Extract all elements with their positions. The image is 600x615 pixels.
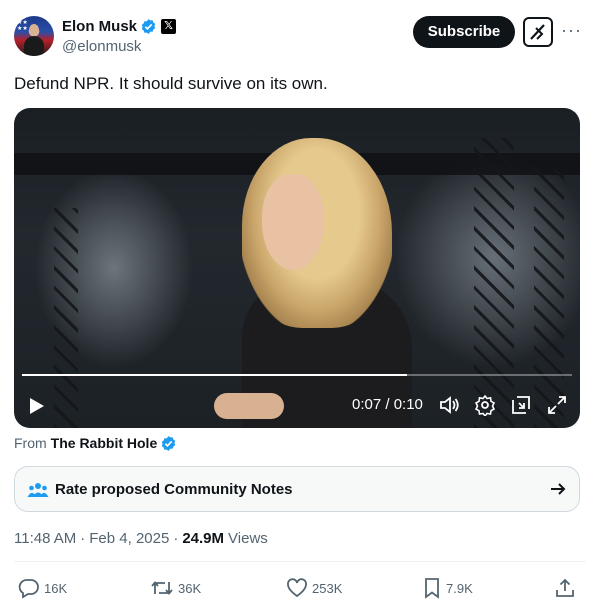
arrow-right-icon <box>551 483 566 495</box>
reply-count: 16K <box>44 580 68 596</box>
bookmark-icon <box>425 578 439 599</box>
like-button[interactable]: 253K <box>286 575 342 601</box>
pip-icon[interactable] <box>510 394 532 416</box>
video-progress-bar[interactable] <box>22 374 572 376</box>
fullscreen-icon[interactable] <box>546 394 568 416</box>
reply-icon <box>18 579 39 599</box>
author-name[interactable]: Elon Musk <box>62 18 137 35</box>
like-icon <box>287 578 307 598</box>
stage-truss <box>474 138 514 428</box>
community-icon <box>27 483 49 497</box>
bookmark-button[interactable]: 7.9K <box>422 575 473 601</box>
verified-badge-icon[interactable] <box>140 18 157 35</box>
grok-icon[interactable] <box>523 17 553 47</box>
action-bar: 16K 36K 253K 7.9K <box>14 575 586 601</box>
reply-button[interactable]: 16K <box>18 575 67 601</box>
settings-icon[interactable] <box>474 394 496 416</box>
stage-truss <box>54 208 78 428</box>
subscribe-button[interactable]: Subscribe <box>413 16 515 48</box>
bookmark-count: 7.9K <box>446 580 473 596</box>
speaker-face <box>262 174 324 270</box>
community-notes-label: Rate proposed Community Notes <box>55 481 293 498</box>
video-attribution: From The Rabbit Hole <box>14 434 177 452</box>
community-notes-button[interactable]: Rate proposed Community Notes <box>14 466 580 512</box>
video-progress-fill <box>22 374 407 376</box>
more-icon[interactable]: ··· <box>561 17 581 47</box>
tweet-date[interactable]: Feb 4, 2025 <box>89 530 169 547</box>
verified-badge-icon <box>162 435 176 451</box>
attribution-source[interactable]: The Rabbit Hole <box>51 435 158 451</box>
flag-stars: ★★ ★★ <box>17 20 28 32</box>
avatar[interactable]: ★★ ★★ <box>14 16 54 56</box>
speaker-arm <box>214 393 284 419</box>
meta-separator: · <box>80 529 86 547</box>
divider <box>14 561 586 562</box>
tweet-meta: 11:48 AM · Feb 4, 2025 · 24.9M Views <box>14 528 268 548</box>
x-logo-icon: 𝕏 <box>161 18 177 34</box>
views-label: Views <box>228 529 268 547</box>
share-icon <box>556 578 574 597</box>
volume-icon[interactable] <box>438 394 460 416</box>
avatar-suit <box>24 36 44 56</box>
avatar-head <box>29 24 39 36</box>
views-count: 24.9M <box>182 529 225 547</box>
repost-count: 36K <box>178 580 202 596</box>
video-time: 0:07 / 0:10 <box>352 396 423 413</box>
video-player[interactable]: 0:07 / 0:10 <box>14 108 580 428</box>
attribution-prefix: From <box>14 435 47 451</box>
tweet-time[interactable]: 11:48 AM <box>14 530 76 547</box>
stage-truss <box>534 168 564 428</box>
play-icon[interactable] <box>28 396 46 416</box>
tweet-text: Defund NPR. It should survive on its own… <box>14 74 328 93</box>
share-button[interactable] <box>554 575 580 601</box>
meta-separator: · <box>173 529 179 547</box>
repost-icon <box>151 581 173 595</box>
tweet-header: ★★ ★★ Elon Musk 𝕏 @elonmusk Subscribe ··· <box>14 14 586 58</box>
like-count: 253K <box>312 580 343 596</box>
repost-button[interactable]: 36K <box>150 575 201 601</box>
author-block: Elon Musk 𝕏 @elonmusk <box>62 16 177 55</box>
author-handle[interactable]: @elonmusk <box>62 38 176 55</box>
